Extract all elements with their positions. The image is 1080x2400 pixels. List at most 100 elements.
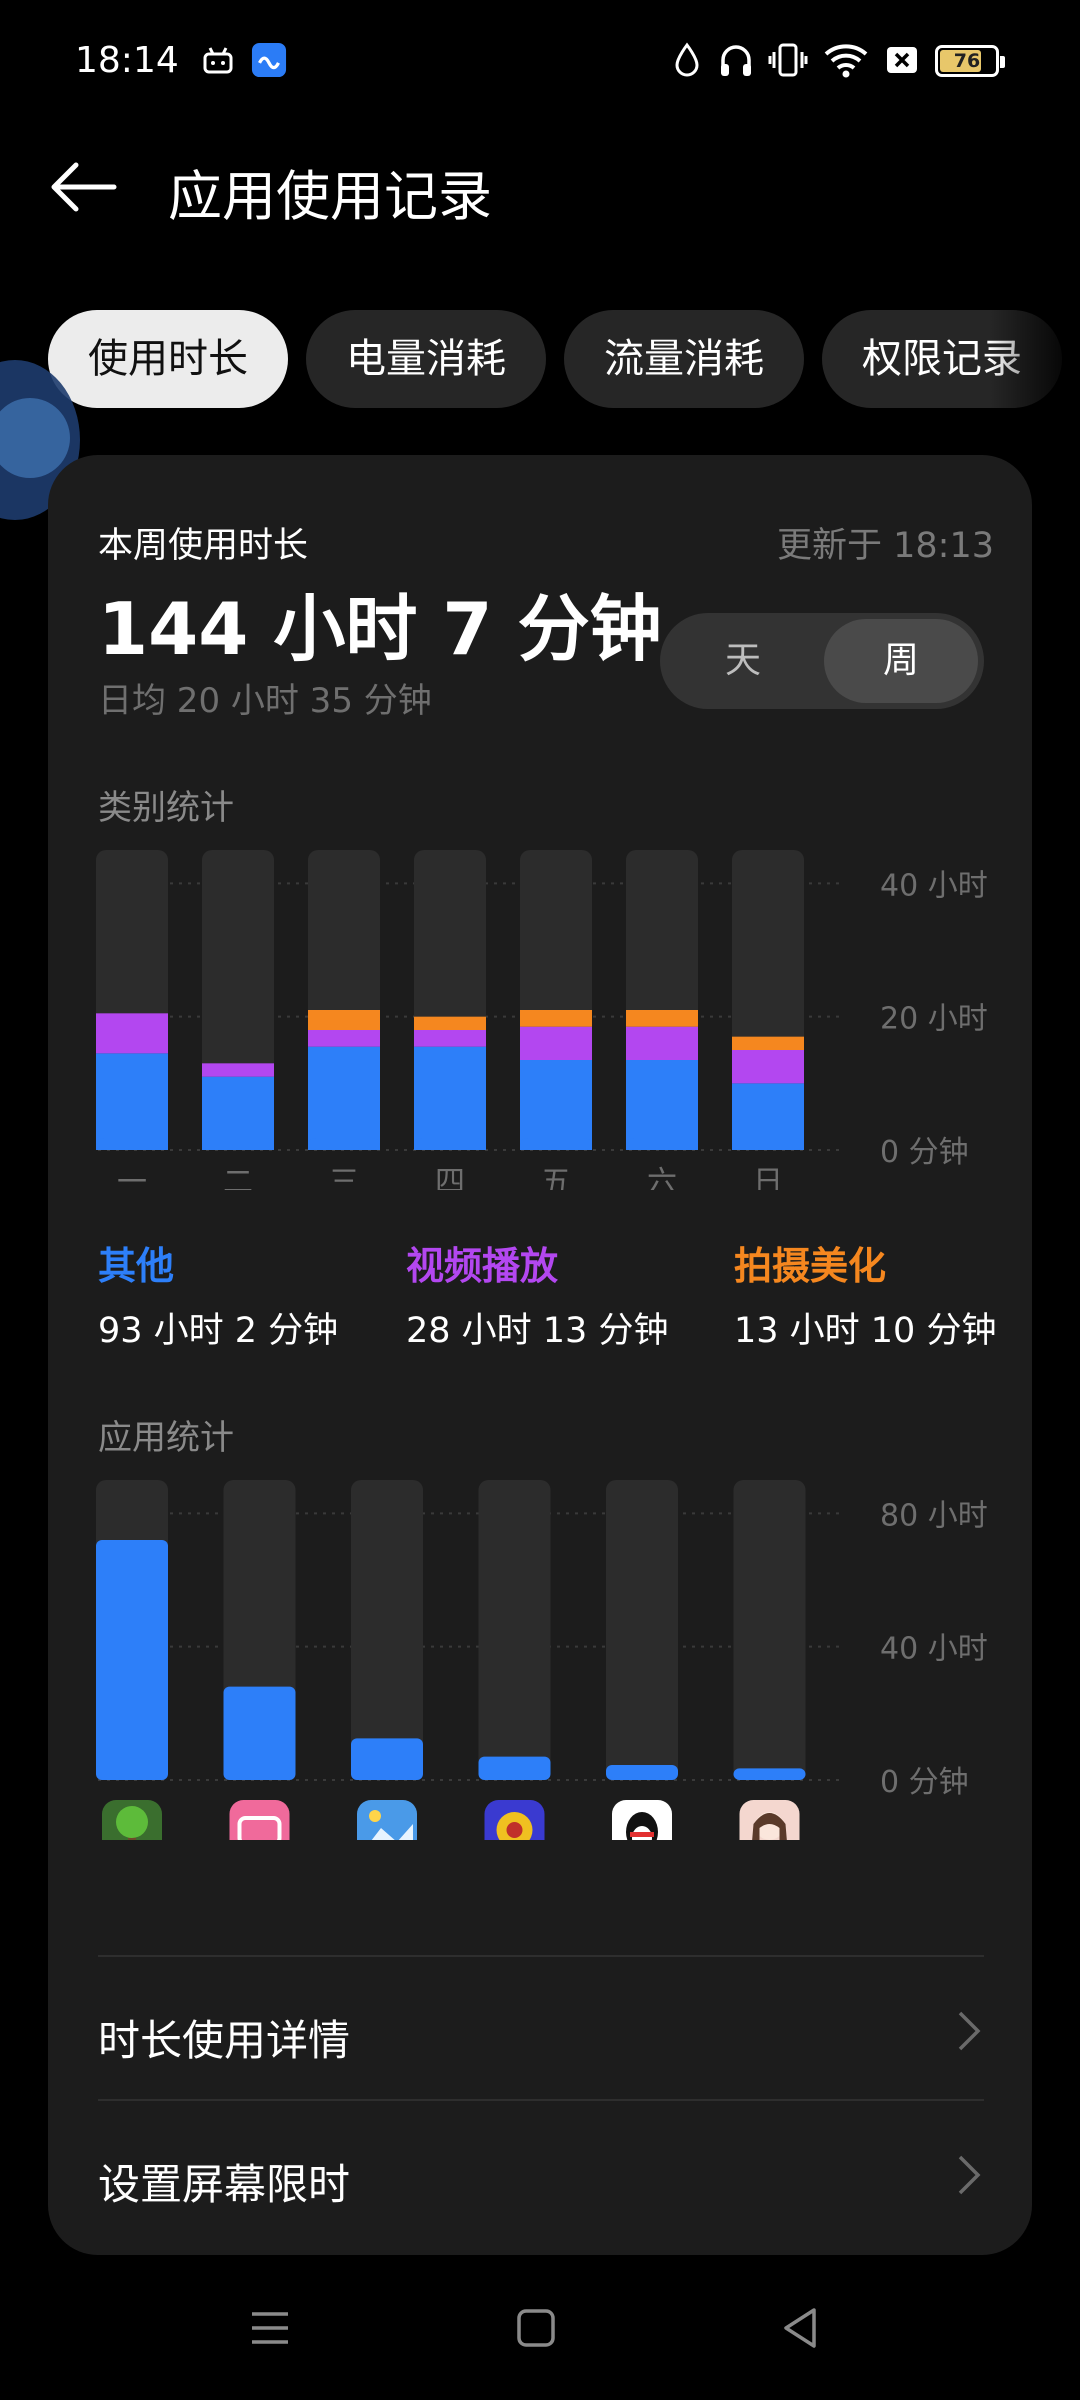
usage-card: 本周使用时长 更新于 18:13 144 小时 7 分钟 日均 20 小时 35… bbox=[48, 455, 1032, 2255]
sim-off-icon bbox=[887, 47, 917, 73]
app-bar bbox=[96, 1540, 168, 1780]
battery-level: 76 bbox=[953, 50, 981, 72]
y-tick-label: 0 分钟 bbox=[880, 1135, 969, 1170]
vibrate-icon bbox=[768, 43, 808, 77]
bilibili-app-icon bbox=[229, 1800, 290, 1840]
bar-base bbox=[96, 1138, 168, 1150]
bar-segment-2 bbox=[520, 1010, 592, 1027]
legend-video-value: 28 小时 13 分钟 bbox=[406, 1311, 669, 1351]
chevron-right-icon bbox=[958, 2011, 981, 2051]
headphones-icon bbox=[721, 45, 751, 76]
gallery-app-icon bbox=[357, 1800, 417, 1840]
bar-segment-1 bbox=[96, 1013, 168, 1054]
back-icon[interactable] bbox=[772, 2298, 832, 2358]
wifi-icon bbox=[824, 44, 868, 78]
y-tick-label: 0 分钟 bbox=[880, 1765, 969, 1800]
updated-time: 更新于 18:13 bbox=[777, 526, 994, 566]
app-stats-label: 应用统计 bbox=[98, 1418, 234, 1458]
bar-segment-0 bbox=[308, 1046, 380, 1150]
range-week-option[interactable]: 周 bbox=[824, 619, 978, 703]
bar-segment-1 bbox=[626, 1026, 698, 1060]
page-title: 应用使用记录 bbox=[168, 165, 492, 228]
bar-segment-2 bbox=[732, 1036, 804, 1050]
usage-details-label: 时长使用详情 bbox=[98, 2016, 351, 2065]
legend-other: 其他 93 小时 2 分钟 bbox=[98, 1235, 338, 1353]
bar-segment-1 bbox=[414, 1030, 486, 1047]
x-tick-label: 二 bbox=[223, 1165, 253, 1190]
legend-video: 视频播放 28 小时 13 分钟 bbox=[406, 1235, 668, 1353]
game-app-icon bbox=[484, 1800, 545, 1840]
bar-segment-0 bbox=[96, 1053, 168, 1150]
bar-base bbox=[414, 1138, 486, 1150]
screen-time-limit-label: 设置屏幕限时 bbox=[98, 2160, 351, 2209]
screen-time-limit-row[interactable]: 设置屏幕限时 bbox=[98, 2099, 984, 2243]
x-tick-label: 日 bbox=[753, 1165, 783, 1190]
bar-base bbox=[308, 1138, 380, 1150]
x-tick-label: 三 bbox=[329, 1165, 359, 1190]
category-stats-label: 类别统计 bbox=[98, 788, 234, 828]
range-day-option[interactable]: 天 bbox=[666, 619, 820, 703]
y-tick-label: 40 小时 bbox=[880, 868, 988, 903]
bar-segment-2 bbox=[308, 1010, 380, 1030]
app-bar bbox=[351, 1738, 423, 1780]
app-bar-track bbox=[478, 1480, 551, 1780]
chevron-right-icon bbox=[958, 2155, 981, 2195]
status-bar: 18:14 76 bbox=[0, 0, 1080, 125]
app-bar bbox=[478, 1756, 551, 1780]
bar-segment-2 bbox=[626, 1010, 698, 1027]
app-bar-track bbox=[351, 1480, 423, 1780]
android-icon bbox=[203, 47, 233, 74]
legend-other-name: 其他 bbox=[98, 1244, 175, 1288]
bar-base bbox=[626, 1138, 698, 1150]
x-tick-label: 四 bbox=[435, 1165, 465, 1190]
water-drop-icon bbox=[675, 42, 699, 77]
bar-segment-1 bbox=[202, 1063, 274, 1077]
bar-base bbox=[520, 1138, 592, 1150]
terraria-app-icon bbox=[102, 1800, 162, 1840]
app-bar bbox=[223, 1686, 296, 1780]
x-tick-label: 五 bbox=[541, 1165, 571, 1190]
category-chart: 0 分钟 20 小时 40 小时一 二 三 四 五 六 日 bbox=[48, 850, 1032, 1190]
bar-segment-1 bbox=[732, 1050, 804, 1084]
y-tick-label: 40 小时 bbox=[880, 1632, 988, 1667]
category-chart-svg: 0 分钟 20 小时 40 小时一 二 三 四 五 六 日 bbox=[96, 850, 988, 1190]
legend-video-name: 视频播放 bbox=[406, 1244, 559, 1288]
cloud-app-icon bbox=[251, 42, 287, 78]
navigation-bar bbox=[0, 2280, 1080, 2380]
tab-data-usage[interactable]: 流量消耗 bbox=[564, 310, 804, 408]
bar-segment-0 bbox=[520, 1060, 592, 1150]
menu-icon[interactable] bbox=[240, 2298, 300, 2358]
legend-photo: 拍摄美化 13 小时 10 分钟 bbox=[734, 1235, 996, 1353]
bar-segment-2 bbox=[414, 1016, 486, 1030]
legend-other-value: 93 小时 2 分钟 bbox=[98, 1311, 339, 1351]
app-chart: 0 分钟 40 小时 80 小时 bbox=[48, 1480, 1032, 1840]
daily-average: 日均 20 小时 35 分钟 bbox=[98, 681, 432, 721]
bar-segment-1 bbox=[308, 1030, 380, 1047]
range-toggle: 天 周 bbox=[660, 613, 984, 709]
bar-segment-0 bbox=[414, 1046, 486, 1150]
y-tick-label: 80 小时 bbox=[880, 1498, 988, 1533]
bar-segment-0 bbox=[626, 1060, 698, 1150]
status-time: 18:14 bbox=[75, 40, 179, 81]
legend-photo-name: 拍摄美化 bbox=[734, 1244, 887, 1288]
avatar-app-icon bbox=[739, 1800, 800, 1840]
app-chart-svg: 0 分钟 40 小时 80 小时 bbox=[96, 1480, 988, 1840]
bar-segment-1 bbox=[520, 1026, 592, 1060]
tab-usage-time[interactable]: 使用时长 bbox=[48, 310, 288, 408]
week-usage-label: 本周使用时长 bbox=[98, 526, 309, 566]
app-bar bbox=[606, 1765, 678, 1780]
usage-details-row[interactable]: 时长使用详情 bbox=[98, 1955, 984, 2099]
close-icon bbox=[0, 398, 70, 478]
back-arrow-icon[interactable] bbox=[48, 150, 122, 224]
home-icon[interactable] bbox=[506, 2298, 566, 2358]
legend-photo-value: 13 小时 10 分钟 bbox=[734, 1311, 997, 1351]
y-tick-label: 20 小时 bbox=[880, 1002, 988, 1037]
x-tick-label: 一 bbox=[117, 1165, 147, 1190]
battery-icon: 76 bbox=[935, 45, 1005, 77]
bar-base bbox=[732, 1138, 804, 1150]
qq-app-icon bbox=[612, 1800, 672, 1840]
x-tick-label: 六 bbox=[647, 1165, 677, 1190]
tab-bar: 使用时长 电量消耗 流量消耗 权限记录 bbox=[48, 310, 1080, 408]
bar-base bbox=[202, 1138, 274, 1150]
tab-battery-usage[interactable]: 电量消耗 bbox=[306, 310, 546, 408]
